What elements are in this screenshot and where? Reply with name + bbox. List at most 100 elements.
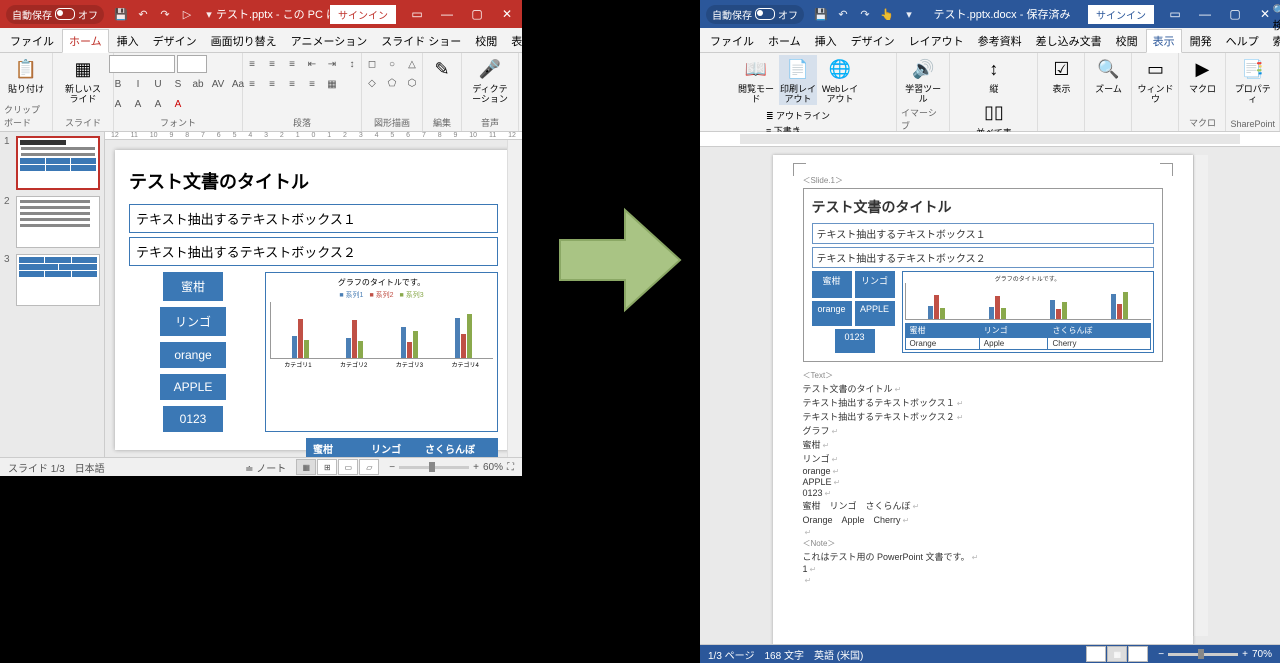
print-layout-button[interactable]: 📄印刷レイアウト [779, 55, 817, 105]
tab-design[interactable]: デザイン [845, 30, 901, 52]
word-workspace: ＜Slide.1＞ テスト文書のタイトル テキスト抽出するテキストボックス１ テ… [700, 132, 1280, 644]
tab-file[interactable]: ファイル [4, 30, 60, 52]
maximize-icon[interactable]: ▢ [462, 7, 492, 21]
edit-button[interactable]: ✎ [423, 55, 461, 83]
tab-review[interactable]: 校閲 [1110, 30, 1144, 52]
word-count[interactable]: 168 文字 [764, 647, 803, 662]
tab-review[interactable]: 校閲 [469, 30, 503, 52]
learning-tools-button[interactable]: 🔊学習ツール [904, 55, 942, 105]
tab-references[interactable]: 参考資料 [972, 30, 1028, 52]
vertical-scrollbar[interactable] [507, 140, 522, 457]
word-page[interactable]: ＜Slide.1＞ テスト文書のタイトル テキスト抽出するテキストボックス１ テ… [773, 155, 1193, 644]
tab-design[interactable]: デザイン [147, 30, 203, 52]
shape-orange[interactable]: orange [160, 342, 226, 368]
minimize-icon[interactable]: — [1190, 7, 1220, 21]
web-layout-button[interactable]: 🌐Webレイアウト [821, 55, 859, 105]
font-family-input[interactable] [109, 55, 175, 73]
textbox-1[interactable]: テキスト抽出するテキストボックス１ [129, 204, 498, 233]
word-statusbar: 1/3 ページ 168 文字 英語 (米国) ▭▦▯ −+70% [700, 644, 1280, 663]
ppt-statusbar: スライド 1/3 日本語 ≐ ノート ▦⊞▭▱ −+60%⛶ [0, 457, 522, 476]
word-titlebar: 自動保存オフ 💾↶↷👆▾ テスト.pptx.docx - 保存済み サインイン … [700, 0, 1280, 28]
minimize-icon[interactable]: — [432, 7, 462, 21]
zoom-slider[interactable]: −+60%⛶ [389, 462, 514, 473]
tab-file[interactable]: ファイル [704, 30, 760, 52]
maximize-icon[interactable]: ▢ [1220, 7, 1250, 21]
window-title: テスト.pptx - この PC に保存済み [216, 6, 330, 22]
window-button[interactable]: ▭ウィンドウ [1136, 55, 1174, 105]
slide-title[interactable]: テスト文書のタイトル [129, 168, 498, 194]
list-row[interactable]: ≡≡≡⇤⇥↕ [243, 55, 361, 73]
align-row[interactable]: ≡≡≡≡▦ [243, 75, 341, 93]
tab-help[interactable]: ヘルプ [577, 30, 622, 52]
tab-view[interactable]: 表示 [1146, 29, 1182, 53]
tab-transition[interactable]: 画面切り替え [205, 30, 283, 52]
shape-mikan[interactable]: 蜜柑 [163, 272, 223, 301]
vertical-button[interactable]: ↕縦 [975, 55, 1013, 95]
thumbnail-2[interactable]: 2 [4, 196, 100, 248]
notes-button[interactable]: ≐ ノート [245, 460, 286, 475]
tab-animation[interactable]: アニメーション [285, 30, 374, 52]
tab-home[interactable]: ホーム [762, 30, 807, 52]
tab-insert[interactable]: 挿入 [111, 30, 145, 52]
thumbnail-1[interactable]: 1 [4, 136, 100, 190]
tab-insert[interactable]: 挿入 [809, 30, 843, 52]
thumbnail-3[interactable]: 3 [4, 254, 100, 306]
dictation-button[interactable]: 🎤ディクテーション [471, 55, 509, 105]
quick-access-toolbar[interactable]: 💾↶↷▷▾ [114, 8, 216, 21]
paste-button[interactable]: 📋貼り付け [7, 55, 45, 95]
word-window: 自動保存オフ 💾↶↷👆▾ テスト.pptx.docx - 保存済み サインイン … [700, 0, 1280, 663]
powerpoint-window: 自動保存オフ 💾↶↷▷▾ テスト.pptx - この PC に保存済み サインイ… [0, 0, 522, 476]
font-size-input[interactable] [177, 55, 207, 73]
macros-button[interactable]: ▶マクロ [1183, 55, 1221, 95]
undo-icon: ↶ [136, 8, 150, 21]
save-icon: 💾 [114, 8, 128, 21]
zoom-button[interactable]: 🔍ズーム [1089, 55, 1127, 95]
view-buttons[interactable]: ▭▦▯ [1086, 646, 1148, 662]
new-slide-button[interactable]: ▦新しいスライド [64, 55, 102, 105]
signin-button[interactable]: サインイン [330, 5, 396, 24]
ribbon-opts-icon[interactable]: ▭ [1160, 7, 1190, 21]
close-icon[interactable]: ✕ [492, 7, 522, 21]
tab-slideshow[interactable]: スライド ショー [375, 30, 467, 52]
slide-canvas[interactable]: テスト文書のタイトル テキスト抽出するテキストボックス１ テキスト抽出するテキス… [115, 150, 512, 450]
tab-mailings[interactable]: 差し込み文書 [1030, 30, 1108, 52]
signin-button[interactable]: サインイン [1088, 5, 1154, 24]
read-mode-button[interactable]: 📖閲覧モード [737, 55, 775, 105]
view-buttons[interactable]: ▦⊞▭▱ [296, 459, 379, 475]
redo-icon: ↷ [858, 8, 872, 21]
tab-help[interactable]: ヘルプ [1220, 30, 1265, 52]
quick-access-toolbar[interactable]: 💾↶↷👆▾ [814, 8, 916, 21]
vertical-scrollbar[interactable] [1193, 155, 1208, 636]
zoom-slider[interactable]: −+70% [1158, 649, 1272, 660]
tab-dev[interactable]: 開発 [541, 30, 575, 52]
data-table[interactable]: 蜜柑リンゴさくらんぼ OrangeAppleCherry [306, 438, 498, 457]
properties-button[interactable]: 📑プロパティ [1234, 55, 1272, 105]
button-grid: 蜜柑 リンゴ orange APPLE 0123 [129, 272, 257, 432]
textbox-2[interactable]: テキスト抽出するテキストボックス２ [129, 237, 498, 266]
word-ribbon-tabs: ファイル ホーム 挿入 デザイン レイアウト 参考資料 差し込み文書 校閲 表示… [700, 28, 1280, 53]
page-counter[interactable]: 1/3 ページ [708, 647, 754, 662]
ribbon-opts-icon[interactable]: ▭ [402, 7, 432, 21]
autosave-toggle[interactable]: 自動保存オフ [6, 5, 104, 24]
tab-home[interactable]: ホーム [62, 29, 109, 53]
outline-button[interactable]: ≣ アウトライン [766, 109, 830, 122]
language-status[interactable]: 日本語 [75, 460, 105, 475]
search-button[interactable]: 🔍 検索 [1269, 1, 1280, 52]
embedded-slide-image[interactable]: テスト文書のタイトル テキスト抽出するテキストボックス１ テキスト抽出するテキス… [803, 188, 1163, 362]
slide-counter[interactable]: スライド 1/3 [8, 460, 65, 475]
word-ruler [700, 132, 1280, 147]
word-ribbon: 📖閲覧モード 📄印刷レイアウト 🌐Webレイアウト ≣ アウトライン≡ 下書き … [700, 53, 1280, 132]
tab-dev[interactable]: 開発 [1184, 30, 1218, 52]
shape-0123[interactable]: 0123 [163, 406, 223, 432]
shape-ringo[interactable]: リンゴ [160, 307, 226, 336]
shape-apple[interactable]: APPLE [160, 374, 226, 400]
language-status[interactable]: 英語 (米国) [814, 647, 863, 662]
autosave-toggle[interactable]: 自動保存オフ [706, 5, 804, 24]
touch-icon: 👆 [880, 8, 894, 21]
chart-bars [270, 302, 493, 359]
font-style-row[interactable]: BIUSabAVAa [109, 75, 247, 93]
chart-object[interactable]: グラフのタイトルです。 系列1系列2系列3 カテゴリ1カテゴリ2カテゴリ3カテゴ… [265, 272, 498, 432]
tab-layout[interactable]: レイアウト [903, 30, 970, 52]
tab-view[interactable]: 表示 [505, 30, 539, 52]
show-button[interactable]: ☑表示 [1042, 55, 1080, 95]
